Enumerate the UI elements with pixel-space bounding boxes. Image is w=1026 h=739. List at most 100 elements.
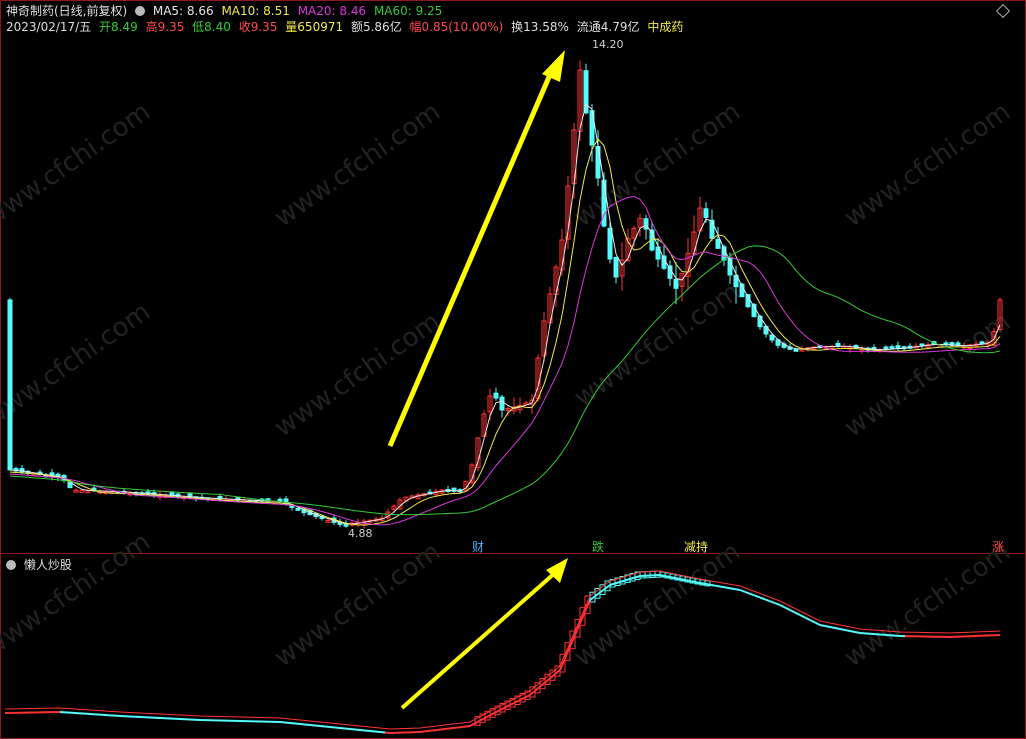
ma10-line xyxy=(9,138,1001,526)
indicator-line xyxy=(289,722,296,725)
indicator-line xyxy=(814,621,821,626)
indicator-line xyxy=(599,587,606,594)
indicator-line xyxy=(614,581,621,585)
ma60-line xyxy=(9,245,1001,516)
trend-arrow-head xyxy=(542,50,565,82)
indicator-line xyxy=(664,575,671,578)
candle-body xyxy=(613,256,619,278)
indicator-line xyxy=(299,723,306,726)
indicator-line xyxy=(439,728,446,731)
indicator-line xyxy=(379,731,386,734)
indicator-line xyxy=(734,588,741,591)
indicator-line xyxy=(489,711,496,717)
candle-body xyxy=(673,278,679,289)
ma20-line xyxy=(9,196,1001,526)
tag-zhang[interactable]: 涨 xyxy=(992,538,1004,555)
candle-body xyxy=(793,348,799,352)
indicator-line xyxy=(424,729,431,733)
indicator-line xyxy=(304,723,311,726)
indicator-line xyxy=(509,701,516,706)
tag-jianchi[interactable]: 减持 xyxy=(684,538,708,555)
indicator-line xyxy=(619,579,626,583)
indicator-line xyxy=(444,727,451,730)
indicator-line xyxy=(764,598,771,603)
trend-arrow-shaft xyxy=(387,69,555,447)
indicator-line xyxy=(674,577,681,580)
candle-body xyxy=(79,489,85,493)
indicator-line xyxy=(829,626,836,629)
indicator-line xyxy=(759,596,766,601)
indicator-line xyxy=(384,731,391,734)
candle-body xyxy=(895,345,901,349)
indicator-line xyxy=(744,590,751,595)
indicator-line xyxy=(624,578,631,582)
candle-body xyxy=(835,342,841,347)
tag-cai[interactable]: 财 xyxy=(472,538,484,555)
indicator-line xyxy=(844,629,851,632)
indicator-line xyxy=(449,726,456,730)
high-annotation: 14.20 xyxy=(592,38,624,51)
indicator-line xyxy=(514,699,521,704)
indicator-line xyxy=(769,600,776,605)
indicator-line xyxy=(709,583,716,587)
indicator-line xyxy=(334,726,341,729)
indicator-line xyxy=(714,584,721,588)
indicator-line xyxy=(804,616,811,621)
indicator-line xyxy=(464,725,471,728)
indicator-line xyxy=(699,582,706,585)
indicator-line xyxy=(539,681,546,688)
indicator-line xyxy=(529,690,536,696)
indicator-line xyxy=(809,619,816,624)
indicator-line xyxy=(684,579,691,582)
indicator-line xyxy=(484,714,491,719)
indicator-line xyxy=(364,729,371,732)
candle-body xyxy=(709,219,715,239)
indicator-line xyxy=(589,595,596,601)
indicator-line xyxy=(634,575,641,579)
indicator-line xyxy=(314,724,321,727)
tag-die[interactable]: 跌 xyxy=(592,538,604,555)
indicator-line xyxy=(459,725,466,729)
indicator-signal-line xyxy=(4,570,1001,730)
candle-body xyxy=(607,227,613,260)
indicator-line xyxy=(774,602,781,606)
candle-body xyxy=(703,208,709,219)
indicator-line xyxy=(754,594,761,599)
candle-body xyxy=(295,507,301,511)
indicator-line xyxy=(349,728,356,731)
indicator-line xyxy=(824,625,831,628)
indicator-line xyxy=(544,677,551,684)
indicator-line xyxy=(339,727,346,730)
indicator-line xyxy=(319,725,326,728)
low-annotation: 4.88 xyxy=(348,527,373,540)
indicator-line xyxy=(779,604,786,609)
indicator-line xyxy=(454,726,461,729)
indicator-line xyxy=(324,725,331,728)
indicator-line xyxy=(669,576,676,579)
indicator-line xyxy=(534,685,541,692)
ma5-line xyxy=(9,103,1001,525)
indicator-line xyxy=(694,581,701,584)
candle-body xyxy=(7,299,13,471)
indicator-line xyxy=(704,582,711,586)
indicator-line xyxy=(434,728,441,732)
candle-body xyxy=(343,523,349,527)
indicator-line xyxy=(469,722,476,727)
indicator-line xyxy=(819,624,826,627)
candle-body xyxy=(757,315,763,328)
candle-body xyxy=(493,392,499,399)
candle-body xyxy=(889,346,895,350)
indicator-line xyxy=(354,728,361,731)
indicator-line xyxy=(834,627,841,630)
indicator-line xyxy=(279,721,286,724)
indicator-line xyxy=(494,709,501,714)
indicator-line xyxy=(679,578,686,581)
indicator-line xyxy=(594,591,601,598)
indicator-line xyxy=(604,584,611,590)
indicator-line xyxy=(789,609,796,614)
indicator-line xyxy=(609,582,616,586)
indicator-line xyxy=(689,580,696,583)
indicator-line xyxy=(374,730,381,733)
indicator-line xyxy=(659,574,666,577)
indicator-line xyxy=(344,727,351,730)
